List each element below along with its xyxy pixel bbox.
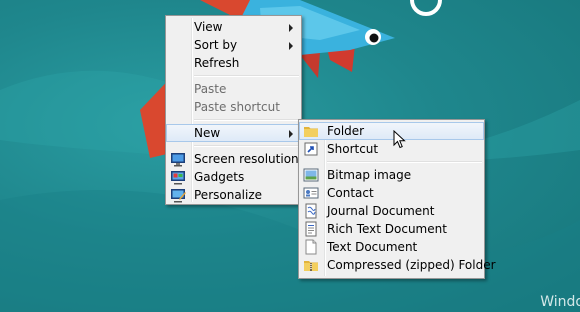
menu-separator [194,145,299,147]
gadgets-icon [171,171,185,185]
menu-item-screen-resolution[interactable]: Screen resolution [166,150,301,168]
menu-item-paste[interactable]: Paste [166,80,301,98]
menu-item-sort-by[interactable]: Sort by [166,36,301,54]
submenu-item-label: Journal Document [327,204,435,218]
menu-item-paste-shortcut[interactable]: Paste shortcut [166,98,301,116]
submenu-item-label: Contact [327,186,374,200]
submenu-item-bitmap-image[interactable]: Bitmap image [299,166,484,184]
menu-item-personalize[interactable]: Personalize [166,186,301,204]
menu-item-label: Screen resolution [194,152,299,166]
submenu-item-journal-document[interactable]: Journal Document [299,202,484,220]
submenu-item-rich-text-document[interactable]: Rich Text Document [299,220,484,238]
desktop-context-menu: View Sort by Refresh Paste Paste shortcu… [165,15,302,205]
menu-item-label: Paste [194,82,227,96]
submenu-arrow-icon [289,130,293,138]
submenu-item-compressed-folder[interactable]: Compressed (zipped) Folder [299,256,496,274]
menu-item-view[interactable]: View [166,18,301,36]
submenu-item-label: Bitmap image [327,168,412,182]
submenu-item-folder[interactable]: Folder [299,122,484,140]
menu-item-label: Refresh [194,56,240,70]
submenu-item-shortcut[interactable]: Shortcut [299,140,484,158]
submenu-item-label: Compressed (zipped) Folder [327,258,496,272]
menu-item-refresh[interactable]: Refresh [166,54,301,72]
menu-separator [194,119,299,121]
shortcut-icon [304,142,318,156]
menu-item-label: New [194,126,221,140]
bitmap-icon [303,168,319,182]
submenu-item-contact[interactable]: Contact [299,184,484,202]
new-submenu: Folder Shortcut Bitmap image Contact Jou… [298,119,496,279]
submenu-item-label: Folder [327,124,365,138]
submenu-item-text-document[interactable]: Text Document [299,238,484,256]
menu-item-label: Personalize [194,188,263,202]
menu-item-new[interactable]: New [166,124,301,142]
journal-icon [305,203,317,219]
text-document-icon [305,239,317,255]
menu-item-label: Paste shortcut [194,100,280,114]
personalize-icon [171,189,186,203]
menu-item-gadgets[interactable]: Gadgets [166,168,301,186]
menu-separator [194,75,299,77]
folder-icon [304,127,318,137]
menu-item-label: Gadgets [194,170,245,184]
contact-icon [303,187,319,199]
submenu-arrow-icon [289,42,293,50]
menu-item-label: View [194,20,223,34]
submenu-item-label: Rich Text Document [327,222,447,236]
windows-watermark: Windo [540,294,580,310]
rich-text-icon [305,221,317,237]
mouse-pointer-icon [393,130,406,149]
menu-separator [327,161,482,163]
submenu-arrow-icon [289,24,293,32]
menu-item-label: Sort by [194,38,238,52]
zip-folder-icon [304,261,318,271]
submenu-item-label: Text Document [327,240,418,254]
submenu-item-label: Shortcut [327,142,379,156]
screen-resolution-icon [171,153,185,167]
